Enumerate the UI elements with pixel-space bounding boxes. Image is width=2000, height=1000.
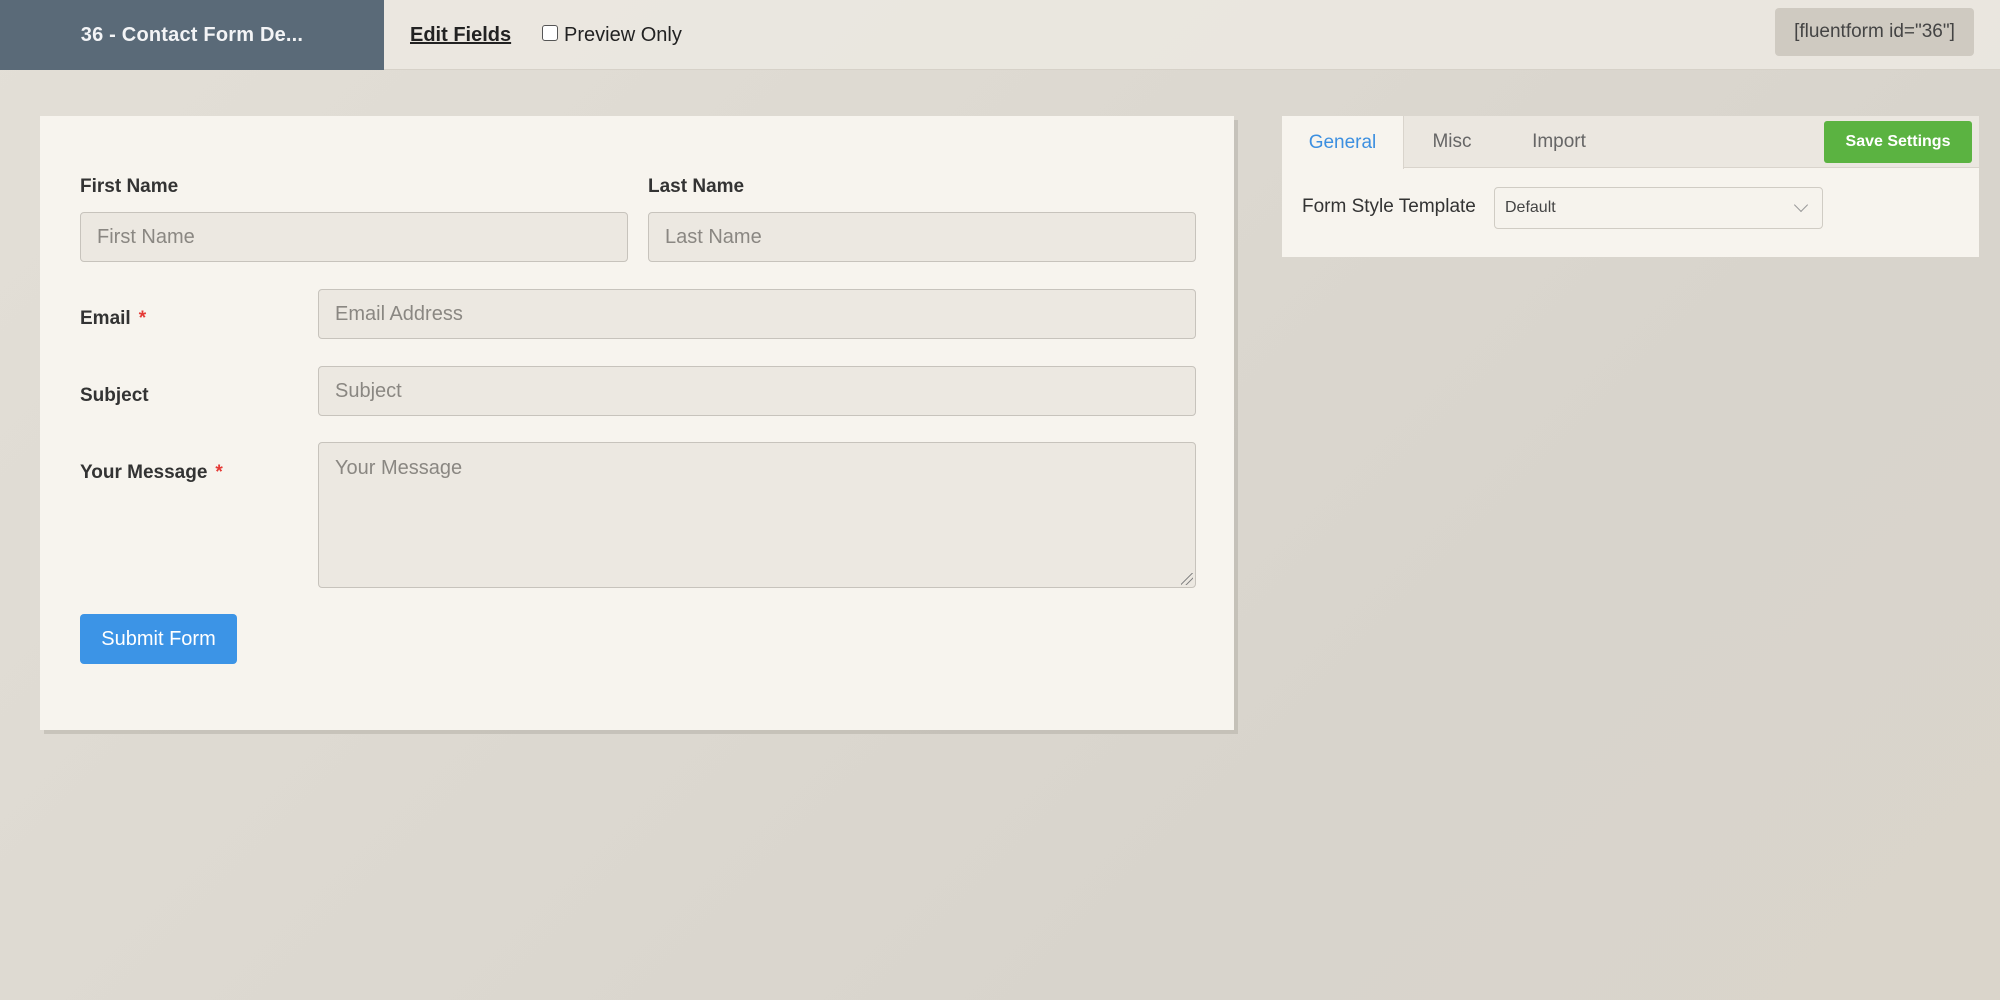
email-required-mark: * (138, 308, 147, 329)
save-settings-button[interactable]: Save Settings (1824, 121, 1972, 163)
settings-panel: General Misc Import Save Settings Form S… (1282, 116, 1979, 257)
subject-input[interactable]: Subject (318, 366, 1196, 416)
tab-misc[interactable]: Misc (1404, 116, 1500, 168)
tab-import[interactable]: Import (1500, 116, 1618, 168)
form-title-box: 36 - Contact Form De... (0, 0, 384, 70)
preview-only-checkbox[interactable] (542, 25, 558, 41)
form-title: 36 - Contact Form De... (80, 23, 304, 46)
subject-label: Subject (80, 385, 149, 406)
submit-form-button[interactable]: Submit Form (80, 614, 237, 664)
message-textarea[interactable]: Your Message (318, 442, 1196, 588)
tab-general[interactable]: General (1282, 116, 1404, 169)
settings-tabs: General Misc Import Save Settings (1282, 116, 1979, 169)
form-style-template-select[interactable]: Default (1494, 187, 1823, 229)
resize-grip-icon[interactable] (1181, 573, 1193, 585)
message-label: Your Message * (80, 462, 223, 484)
first-name-label: First Name (80, 176, 179, 197)
message-placeholder: Your Message (335, 457, 463, 479)
message-required-mark: * (215, 462, 223, 483)
email-input[interactable]: Email Address (318, 289, 1196, 339)
first-name-input[interactable]: First Name (80, 212, 628, 262)
preview-only-toggle[interactable]: Preview Only (542, 20, 682, 50)
form-style-template-label: Form Style Template (1302, 196, 1476, 217)
form-preview-panel: First Name First Name Last Name Last Nam… (40, 116, 1234, 730)
preview-only-label: Preview Only (564, 23, 682, 46)
last-name-input[interactable]: Last Name (648, 212, 1196, 262)
edit-fields-link[interactable]: Edit Fields (410, 20, 511, 50)
last-name-label: Last Name (648, 176, 745, 197)
form-style-template-value: Default (1505, 199, 1556, 216)
email-label: Email * (80, 308, 146, 330)
email-label-text: Email (80, 308, 131, 329)
top-bar: 36 - Contact Form De... Edit Fields Prev… (0, 0, 2000, 70)
chevron-down-icon (1793, 197, 1809, 213)
shortcode-badge[interactable]: [fluentform id="36"] (1775, 8, 1974, 56)
message-label-text: Your Message (80, 462, 208, 483)
